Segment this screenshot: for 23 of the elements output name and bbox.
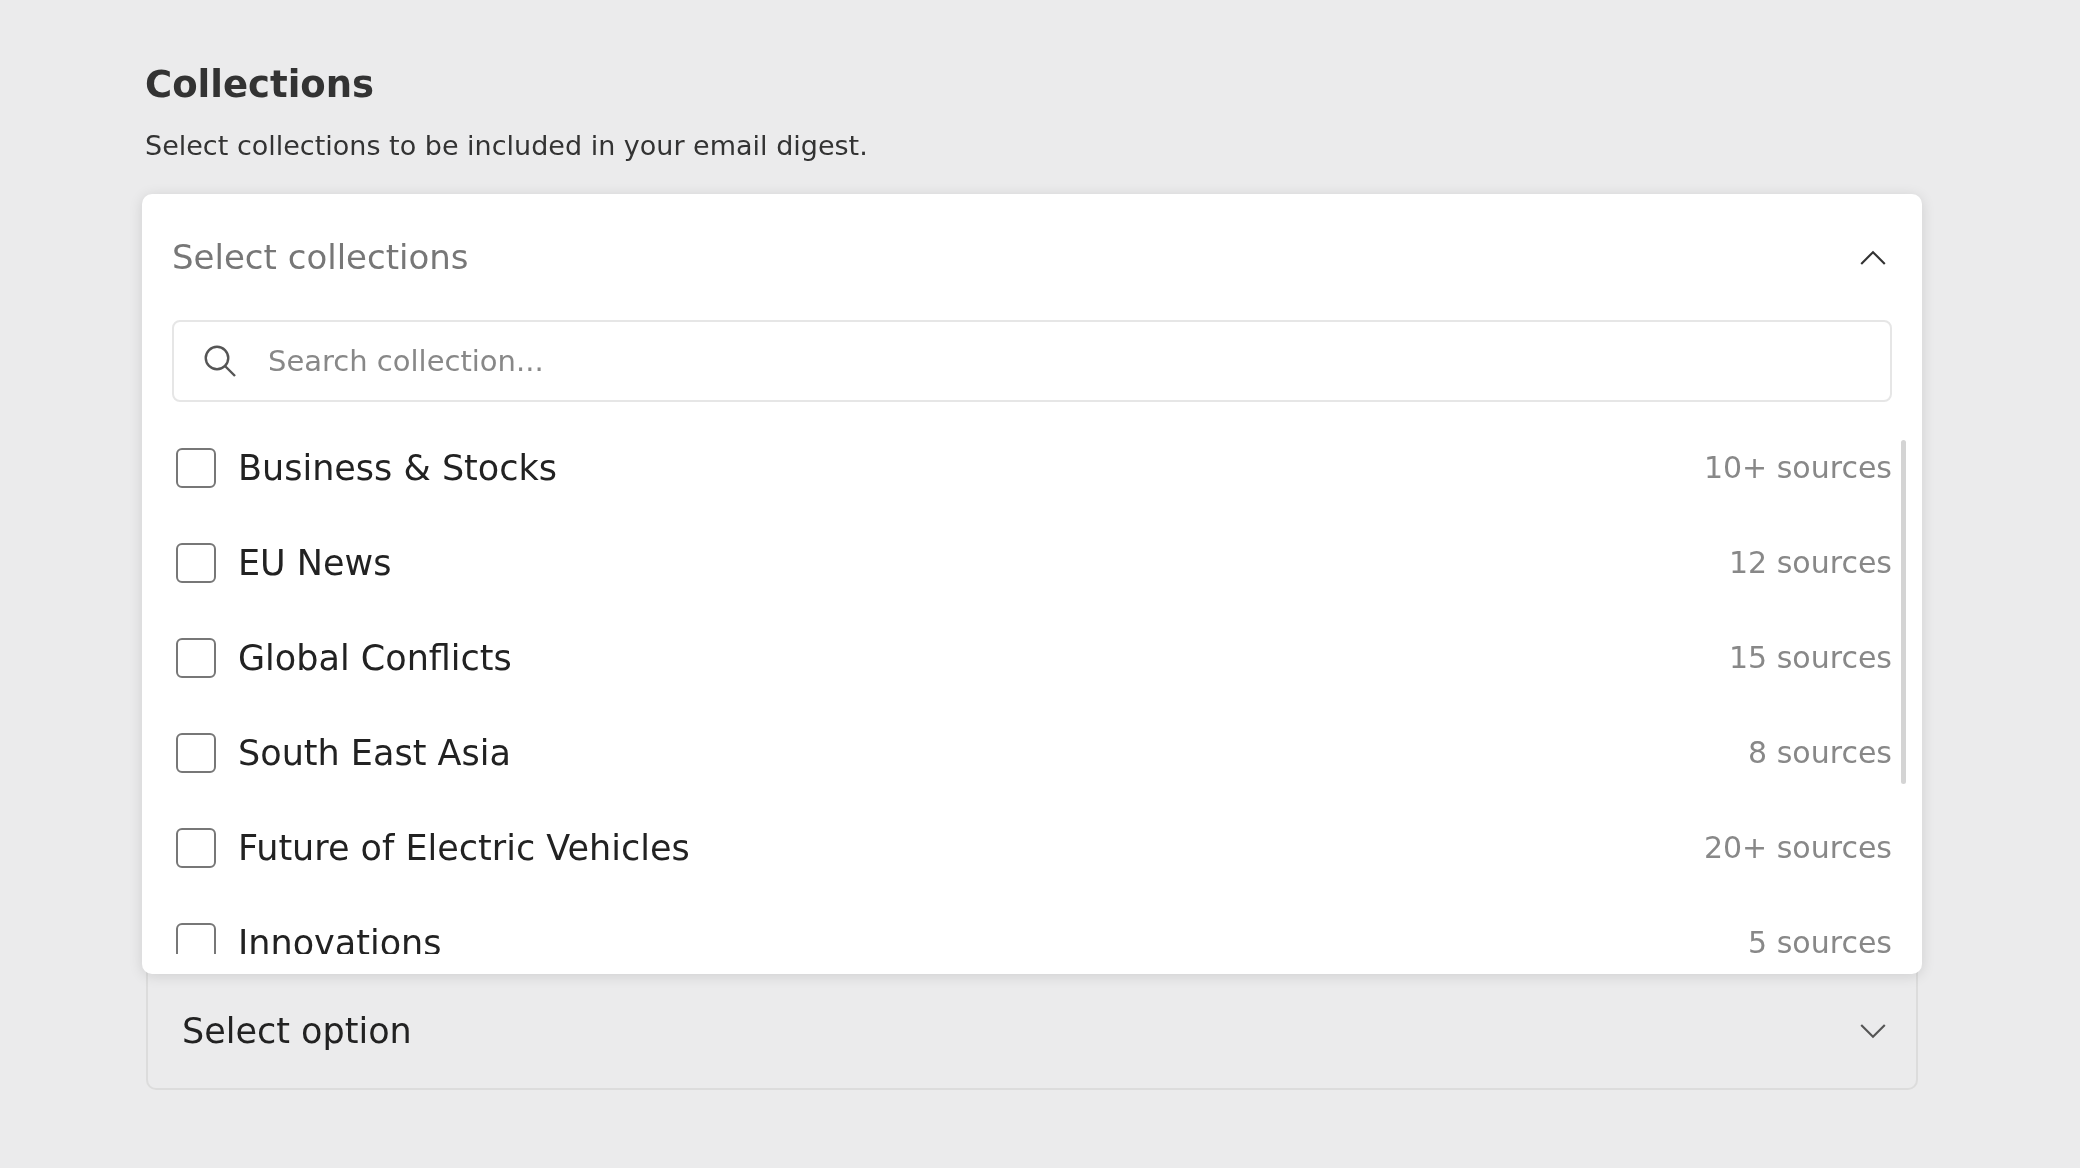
search-field[interactable]: Search collection... bbox=[172, 320, 1892, 402]
chevron-icon[interactable] bbox=[1860, 249, 1886, 265]
scrollbar[interactable] bbox=[1901, 440, 1906, 784]
checkbox[interactable] bbox=[176, 637, 216, 678]
collection-label[interactable]: Future of Electric Vehicles bbox=[238, 827, 690, 868]
source-count: 15 sources bbox=[1729, 640, 1892, 675]
section-description: Select collections to be included in your email digest. bbox=[145, 129, 869, 163]
checkbox[interactable] bbox=[176, 542, 216, 583]
source-count: 10+ sources bbox=[1703, 450, 1892, 485]
source-count: 12 sources bbox=[1729, 545, 1892, 580]
checkbox[interactable] bbox=[176, 922, 216, 954]
section-title: Collections bbox=[145, 62, 376, 108]
checkbox[interactable] bbox=[176, 827, 216, 868]
collection-label[interactable]: South East Asia bbox=[238, 732, 511, 773]
collection-label[interactable]: Global Conflicts bbox=[238, 637, 512, 678]
dropdown-placeholder[interactable]: Select collections bbox=[172, 237, 469, 277]
search-icon bbox=[202, 343, 238, 379]
checkbox[interactable] bbox=[176, 447, 216, 488]
source-count: 20+ sources bbox=[1703, 830, 1892, 865]
source-count: 8 sources bbox=[1748, 735, 1892, 770]
collection-label[interactable]: Business & Stocks bbox=[238, 447, 557, 488]
collection-label[interactable]: EU News bbox=[238, 542, 392, 583]
checkbox[interactable] bbox=[176, 732, 216, 773]
